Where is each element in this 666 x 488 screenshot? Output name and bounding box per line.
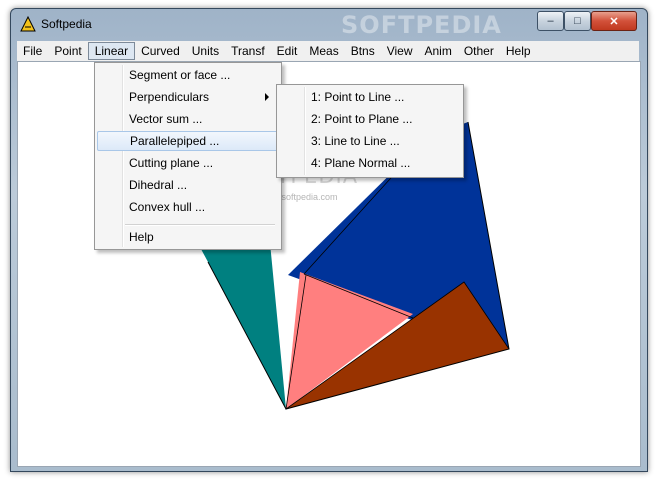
menu-file[interactable]: File xyxy=(17,42,48,60)
title-bar[interactable]: Softpedia SOFTPEDIA – □ ✕ xyxy=(11,9,647,39)
menu-item-vector-sum[interactable]: Vector sum ... xyxy=(97,109,279,129)
menu-item-label: Perpendiculars xyxy=(129,90,210,104)
menu-transf[interactable]: Transf xyxy=(225,42,271,60)
submenu-item-line-to-line[interactable]: 3: Line to Line ... xyxy=(279,131,461,151)
menu-point[interactable]: Point xyxy=(48,42,87,60)
maximize-button[interactable]: □ xyxy=(564,11,591,31)
menu-separator xyxy=(125,224,275,226)
submenu-item-point-to-line[interactable]: 1: Point to Line ... xyxy=(279,87,461,107)
menu-help[interactable]: Help xyxy=(500,42,537,60)
close-button[interactable]: ✕ xyxy=(591,11,637,31)
submenu-arrow-icon xyxy=(265,93,269,101)
perpendiculars-submenu: 1: Point to Line ... 2: Point to Plane .… xyxy=(276,84,464,178)
window-title: Softpedia xyxy=(41,17,92,31)
maximize-icon: □ xyxy=(574,15,581,27)
menu-anim[interactable]: Anim xyxy=(419,42,458,60)
menu-curved[interactable]: Curved xyxy=(135,42,186,60)
menu-units[interactable]: Units xyxy=(186,42,225,60)
menu-item-dihedral[interactable]: Dihedral ... xyxy=(97,175,279,195)
menu-linear[interactable]: Linear xyxy=(87,42,136,60)
menu-btns[interactable]: Btns xyxy=(345,42,381,60)
menu-item-convex-hull[interactable]: Convex hull ... xyxy=(97,197,279,217)
menu-item-help[interactable]: Help xyxy=(97,227,279,247)
menu-item-perpendiculars[interactable]: Perpendiculars xyxy=(97,87,279,107)
menu-edit[interactable]: Edit xyxy=(271,42,304,60)
menu-item-parallelepiped[interactable]: Parallelepiped ... xyxy=(97,131,279,151)
submenu-item-plane-normal[interactable]: 4: Plane Normal ... xyxy=(279,153,461,173)
menu-view[interactable]: View xyxy=(381,42,419,60)
menu-item-segment-or-face[interactable]: Segment or face ... xyxy=(97,65,279,85)
menu-item-cutting-plane[interactable]: Cutting plane ... xyxy=(97,153,279,173)
close-icon: ✕ xyxy=(609,15,619,28)
menu-other[interactable]: Other xyxy=(458,42,500,60)
minimize-icon: – xyxy=(547,15,554,27)
app-logo-icon xyxy=(20,16,36,32)
submenu-item-point-to-plane[interactable]: 2: Point to Plane ... xyxy=(279,109,461,129)
menu-bar: File Point Linear Curved Units Transf Ed… xyxy=(17,41,639,61)
menu-meas[interactable]: Meas xyxy=(303,42,344,60)
minimize-button[interactable]: – xyxy=(537,11,564,31)
titlebar-watermark: SOFTPEDIA xyxy=(341,11,502,39)
linear-dropdown-menu: Segment or face ... Perpendiculars Vecto… xyxy=(94,62,282,250)
